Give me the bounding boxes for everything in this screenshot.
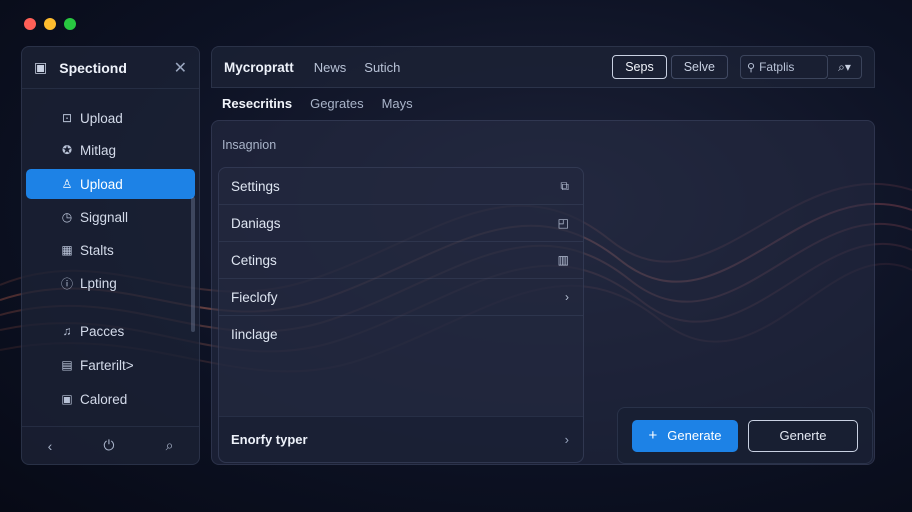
sidebar-item-stalts[interactable]: ▦ Stalts [26,235,195,265]
grid-icon: ▤ [61,358,73,372]
chart-icon: ▦ [61,243,73,257]
top-bar: Mycropratt News Sutich Seps Selve ⚲ Fatp… [211,46,875,88]
sidebar-item-lpting[interactable]: ⓘ Lpting [26,268,195,298]
palette-icon: ▣ [61,392,73,406]
seps-button[interactable]: Seps [612,55,667,79]
chevron-right-icon: › [565,290,569,304]
nav-news[interactable]: News [314,60,347,75]
generte-button[interactable]: Generte [748,419,858,452]
list-item-cetings[interactable]: Cetings ▥ [219,242,583,279]
sidebar-footer: ‹ ⏻ ⌕ [22,426,199,464]
sidebar-item-upload[interactable]: ⊡ Upload [26,103,195,133]
power-icon[interactable]: ⏻ [103,437,114,454]
search-icon: ⚲ [747,61,756,74]
list-item-fieclofy[interactable]: Fieclofy › [219,279,583,316]
minimize-window-button[interactable] [44,18,56,30]
sidebar-title: Spectiond [59,59,127,76]
user-icon: ♙ [61,177,73,191]
tab-bar: Resecritins Gegrates Mays [222,96,413,111]
nav-sutich[interactable]: Sutich [364,60,400,75]
chevron-right-icon: › [564,432,569,447]
expand-icon: ⧉ [560,178,569,193]
sidebar-item-farterilt[interactable]: ▤ Farterilt> [26,350,195,380]
search-placeholder: Fatplis [759,60,795,74]
close-icon[interactable]: ✕ [174,58,187,78]
list-item-settings[interactable]: Settings ⧉ [219,168,583,205]
search-dropdown-button[interactable]: ⌕▾ [828,55,862,79]
list-item-daniags[interactable]: Daniags ◰ [219,205,583,242]
search-field[interactable]: ⚲ Fatplis [740,55,828,79]
section-label: Insagnion [222,138,277,152]
generate-button[interactable]: + Generate [632,419,738,452]
chevron-left-icon[interactable]: ‹ [48,438,53,454]
footer-label: Enorfy typer [231,432,308,447]
badge-icon: ✪ [61,143,73,157]
sidebar-item-upload-active[interactable]: ♙ Upload [26,169,195,199]
sidebar: ▣ Spectiond ✕ ⊡ Upload ✪ Mitlag ♙ Upload… [21,46,200,465]
tab-gegrates[interactable]: Gegrates [310,96,363,111]
music-icon: ♫ [62,324,72,338]
sidebar-item-mitlag[interactable]: ✪ Mitlag [26,135,195,165]
sidebar-list: ⊡ Upload ✪ Mitlag ♙ Upload ◷ Siggnall ▦ … [26,103,195,414]
app-brand: Mycropratt [224,59,294,75]
window-controls [24,18,76,30]
selve-button[interactable]: Selve [670,55,728,79]
panel-icon: ▣ [34,59,48,75]
plus-icon: + [648,427,658,444]
clock-icon: ◷ [61,210,73,224]
sidebar-scrollbar[interactable] [191,197,195,332]
square-icon: ◰ [557,216,569,230]
doc-icon: ▥ [557,253,569,267]
sidebar-item-siggnall[interactable]: ◷ Siggnall [26,202,195,232]
maximize-window-button[interactable] [64,18,76,30]
action-bar: + Generate Generte [617,407,873,464]
tab-resecritins[interactable]: Resecritins [222,96,292,111]
close-window-button[interactable] [24,18,36,30]
upload-icon: ⊡ [61,111,73,125]
info-icon: ⓘ [60,276,73,291]
list-item-iinclage[interactable]: Iinclage [219,316,583,353]
sidebar-item-pacces[interactable]: ♫ Pacces [26,316,195,346]
sidebar-header: ▣ Spectiond ✕ [22,47,199,89]
list-footer[interactable]: Enorfy typer › [219,416,583,462]
search-icon[interactable]: ⌕ [166,437,174,454]
sidebar-item-calored[interactable]: ▣ Calored [26,384,195,414]
tab-mays[interactable]: Mays [382,96,413,111]
settings-list: Settings ⧉ Daniags ◰ Cetings ▥ Fieclofy … [218,167,584,463]
